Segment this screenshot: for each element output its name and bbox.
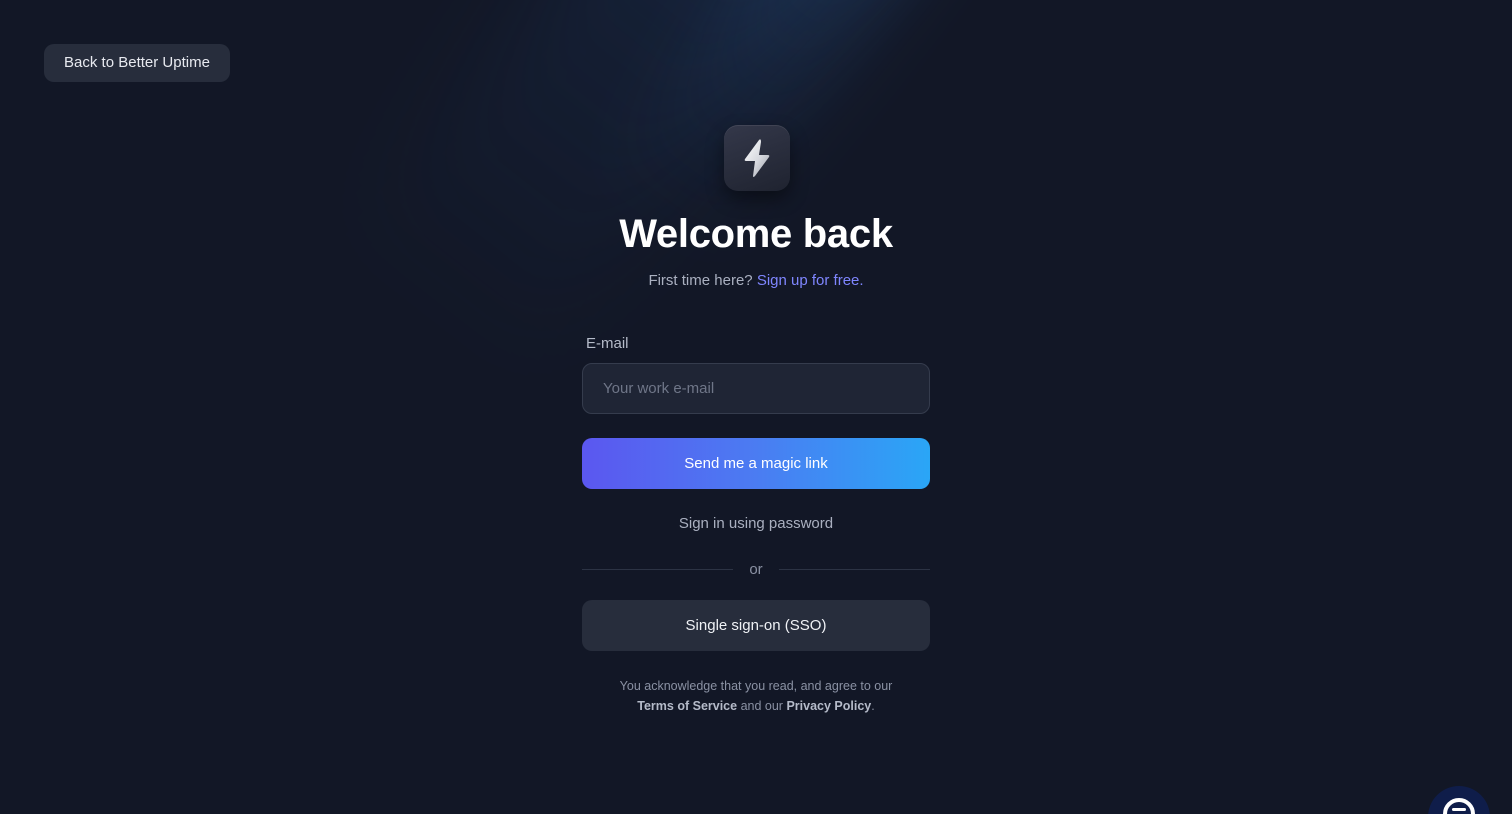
email-label: E-mail: [586, 335, 629, 352]
password-signin-row: Sign in using password: [0, 515, 1512, 532]
app-logo: [724, 125, 790, 191]
divider-label: or: [749, 561, 763, 578]
legal-notice: You acknowledge that you read, and agree…: [0, 676, 1512, 716]
terms-of-service-link[interactable]: Terms of Service: [637, 699, 737, 713]
legal-line-1: You acknowledge that you read, and agree…: [619, 679, 893, 693]
lightning-bolt-icon: [744, 139, 770, 177]
signup-prompt-text: First time here?: [648, 272, 753, 289]
back-to-better-uptime-button[interactable]: Back to Better Uptime: [44, 44, 230, 82]
privacy-policy-link[interactable]: Privacy Policy: [786, 699, 871, 713]
legal-connector: and our: [740, 699, 783, 713]
sign-in-with-password-link[interactable]: Sign in using password: [679, 515, 833, 532]
chat-widget-button[interactable]: [1428, 786, 1490, 814]
legal-line-2: Terms of Service and our Privacy Policy.: [0, 696, 1512, 716]
page-title: Welcome back: [619, 212, 893, 256]
divider-line-right: [779, 569, 930, 570]
legal-end: .: [871, 699, 875, 713]
email-input[interactable]: [582, 363, 930, 414]
send-magic-link-button[interactable]: Send me a magic link: [582, 438, 930, 489]
sso-button[interactable]: Single sign-on (SSO): [582, 600, 930, 651]
chat-icon: [1443, 798, 1475, 814]
signup-link[interactable]: Sign up for free.: [757, 272, 864, 289]
login-page: Back to Better Uptime Welcome back First…: [0, 0, 1512, 814]
signup-prompt: First time here? Sign up for free.: [0, 272, 1512, 289]
